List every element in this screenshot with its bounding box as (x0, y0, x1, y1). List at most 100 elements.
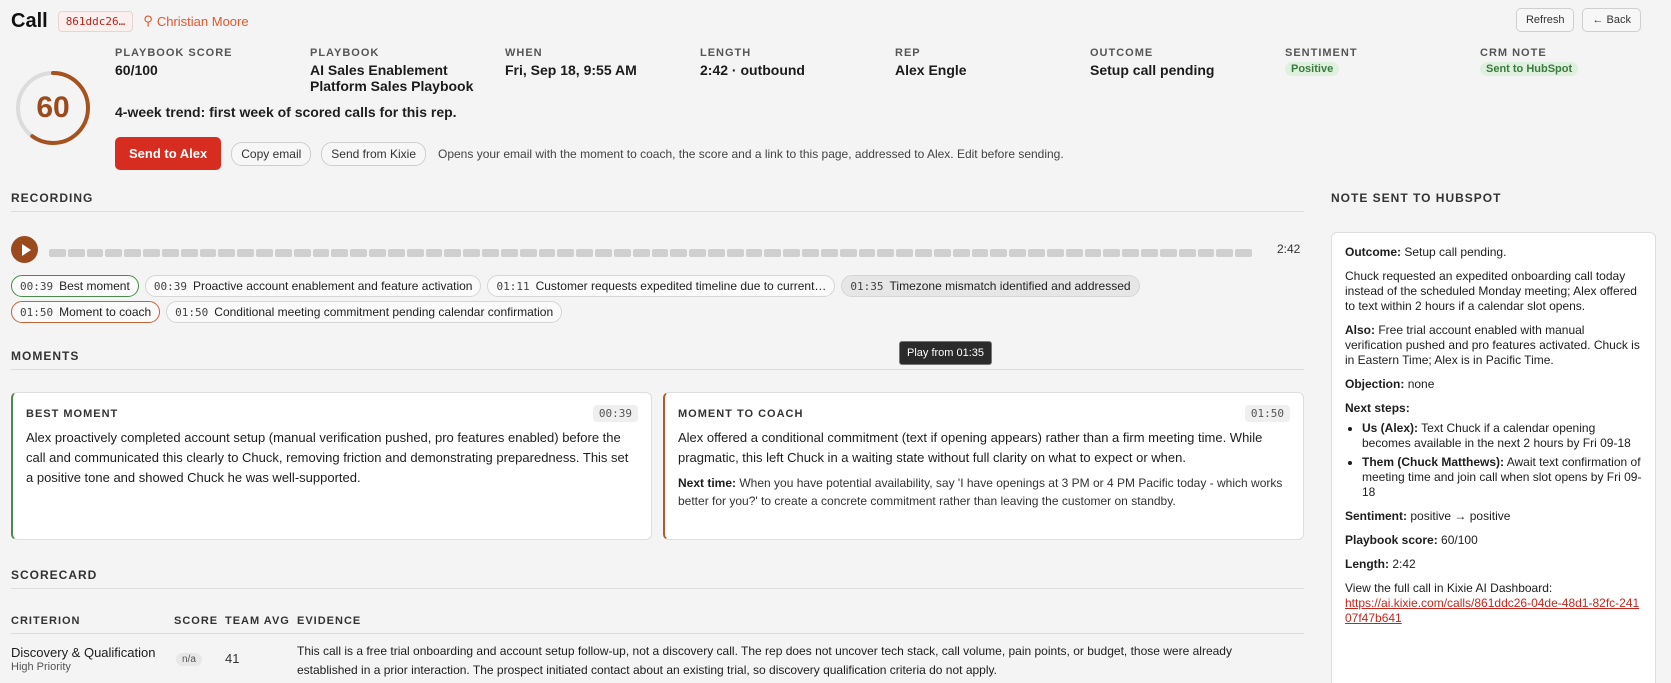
waveform-segment (896, 249, 914, 257)
page-title: Call (11, 9, 48, 32)
card-timestamp[interactable]: 01:50 (1244, 405, 1290, 422)
waveform-segment (877, 249, 895, 257)
waveform-segment (237, 249, 255, 257)
send-to-rep-button[interactable]: Send to Alex (115, 137, 222, 170)
waveform-segment (538, 249, 556, 257)
note-sentiment-label: Sentiment: (1345, 509, 1408, 523)
chip-moment[interactable]: 01:11 Customer requests expedited timeli… (487, 275, 836, 297)
chip-label: Customer requests expedited timeline due… (535, 279, 827, 293)
waveform-segment (745, 249, 763, 257)
waveform-scrubber[interactable] (49, 249, 1252, 257)
note-next-steps: Next steps: (1345, 401, 1642, 416)
note-objection-label: Objection: (1345, 377, 1405, 391)
waveform-segment (293, 249, 311, 257)
next-time-advice: Next time: When you have potential avail… (678, 474, 1290, 510)
evidence-text: This call is a free trial onboarding and… (297, 644, 1232, 677)
meta-label: LENGTH (700, 47, 752, 59)
chip-time: 00:39 (153, 279, 187, 293)
waveform-segment (444, 249, 462, 257)
waveform-segment (331, 249, 349, 257)
waveform-segment (613, 249, 631, 257)
meta-label: CRM NOTE (1480, 47, 1547, 59)
note-summary: Chuck requested an expedited onboarding … (1345, 269, 1637, 313)
waveform-segment (124, 249, 142, 257)
waveform-segment (86, 249, 104, 257)
top-actions: Refresh ← Back (1515, 8, 1641, 32)
col-team-avg: TEAM AVG (225, 615, 290, 627)
col-score: SCORE (174, 615, 219, 627)
recording-section-label: RECORDING (11, 191, 94, 205)
next-step-them: Them (Chuck Matthews): Await text confir… (1362, 455, 1642, 500)
note-view-label: View the full call in Kixie AI Dashboard… (1345, 581, 1553, 595)
waveform-segment (369, 249, 386, 257)
meta-value: AI Sales Enablement Platform Sales Playb… (310, 62, 474, 94)
waveform-segment (49, 249, 66, 257)
waveform-segment (595, 249, 612, 257)
meta-rep: REP Alex Engle (895, 47, 1075, 78)
note-next-steps-label: Next steps: (1345, 401, 1410, 415)
chip-label: Conditional meeting commitment pending c… (214, 305, 554, 319)
meta-label: PLAYBOOK SCORE (115, 47, 233, 59)
waveform-segment (802, 249, 819, 257)
waveform-segment (1197, 249, 1215, 257)
contact-link[interactable]: ⚲ Christian Moore (143, 13, 248, 29)
chip-moment-to-coach[interactable]: 01:50 Moment to coach (11, 301, 161, 323)
chip-moment[interactable]: 00:39 Proactive account enablement and f… (144, 275, 482, 297)
sentiment-badge: Positive (1285, 62, 1340, 76)
chip-moment[interactable]: 01:35 Timezone mismatch identified and a… (841, 275, 1140, 297)
meta-value: 60/100 (115, 62, 158, 78)
meta-value: Fri, Sep 18, 9:55 AM (505, 62, 637, 78)
call-id-chip[interactable]: 861ddc26… (57, 10, 134, 32)
waveform-segment (1235, 249, 1252, 257)
meta-label: PLAYBOOK (310, 47, 380, 59)
moments-section-label: MOMENTS (11, 349, 80, 363)
score-value: 60 (36, 91, 70, 124)
copy-email-button[interactable]: Copy email (231, 141, 312, 166)
waveform-segment (161, 249, 179, 257)
meta-label: OUTCOME (1090, 47, 1154, 59)
play-icon (21, 243, 31, 256)
play-button[interactable] (11, 236, 38, 263)
send-help-text: Opens your email with the moment to coac… (438, 146, 1064, 161)
scorecard-section-label: SCORECARD (11, 568, 98, 582)
criterion-name: Discovery & Qualification (11, 645, 156, 660)
waveform-segment (1103, 249, 1121, 257)
meta-value: Setup call pending (1090, 62, 1215, 78)
waveform-segment (387, 249, 405, 257)
chip-moment[interactable]: 01:50 Conditional meeting commitment pen… (166, 301, 563, 323)
waveform-segment (463, 249, 481, 257)
meta-value: 2:42 · outbound (700, 62, 805, 78)
send-from-kixie-button[interactable]: Send from Kixie (321, 141, 426, 166)
waveform-segment (858, 249, 876, 257)
meta-value: Alex Engle (895, 62, 967, 78)
meta-label: SENTIMENT (1285, 47, 1358, 59)
refresh-button[interactable]: Refresh (1515, 8, 1575, 32)
card-label: BEST MOMENT (26, 407, 119, 420)
waveform-segment (312, 249, 330, 257)
waveform-segment (519, 249, 537, 257)
waveform-segment (576, 249, 594, 257)
chip-best-moment[interactable]: 00:39 Best moment (11, 275, 139, 297)
call-dashboard-link[interactable]: https://ai.kixie.com/calls/861ddc26-04de… (1345, 596, 1639, 625)
col-evidence: EVIDENCE (297, 615, 362, 627)
meta-length: LENGTH 2:42 · outbound (700, 47, 880, 78)
timeline-chips-row-2: 01:50 Moment to coach 01:50 Conditional … (11, 301, 563, 323)
waveform-segment (952, 249, 970, 257)
meta-label: REP (895, 47, 921, 59)
next-step-them-label: Them (Chuck Matthews): (1362, 455, 1505, 469)
waveform-segment (1216, 249, 1234, 257)
next-step-us-label: Us (Alex): (1362, 421, 1419, 435)
meta-when: WHEN Fri, Sep 18, 9:55 AM (505, 47, 685, 78)
waveform-segment (1178, 249, 1196, 257)
chip-label: Proactive account enablement and feature… (192, 279, 473, 293)
waveform-segment (839, 249, 857, 257)
chip-label: Best moment (59, 279, 130, 293)
trend-text: 4-week trend: first week of scored calls… (115, 104, 457, 120)
chip-label: Moment to coach (59, 305, 152, 319)
back-button[interactable]: ← Back (1582, 8, 1641, 32)
meta-sentiment: SENTIMENT Positive (1285, 47, 1465, 77)
waveform-segment (971, 249, 989, 257)
note-objection-value: none (1407, 377, 1435, 391)
waveform-segment (425, 249, 443, 257)
card-timestamp[interactable]: 00:39 (592, 405, 638, 422)
